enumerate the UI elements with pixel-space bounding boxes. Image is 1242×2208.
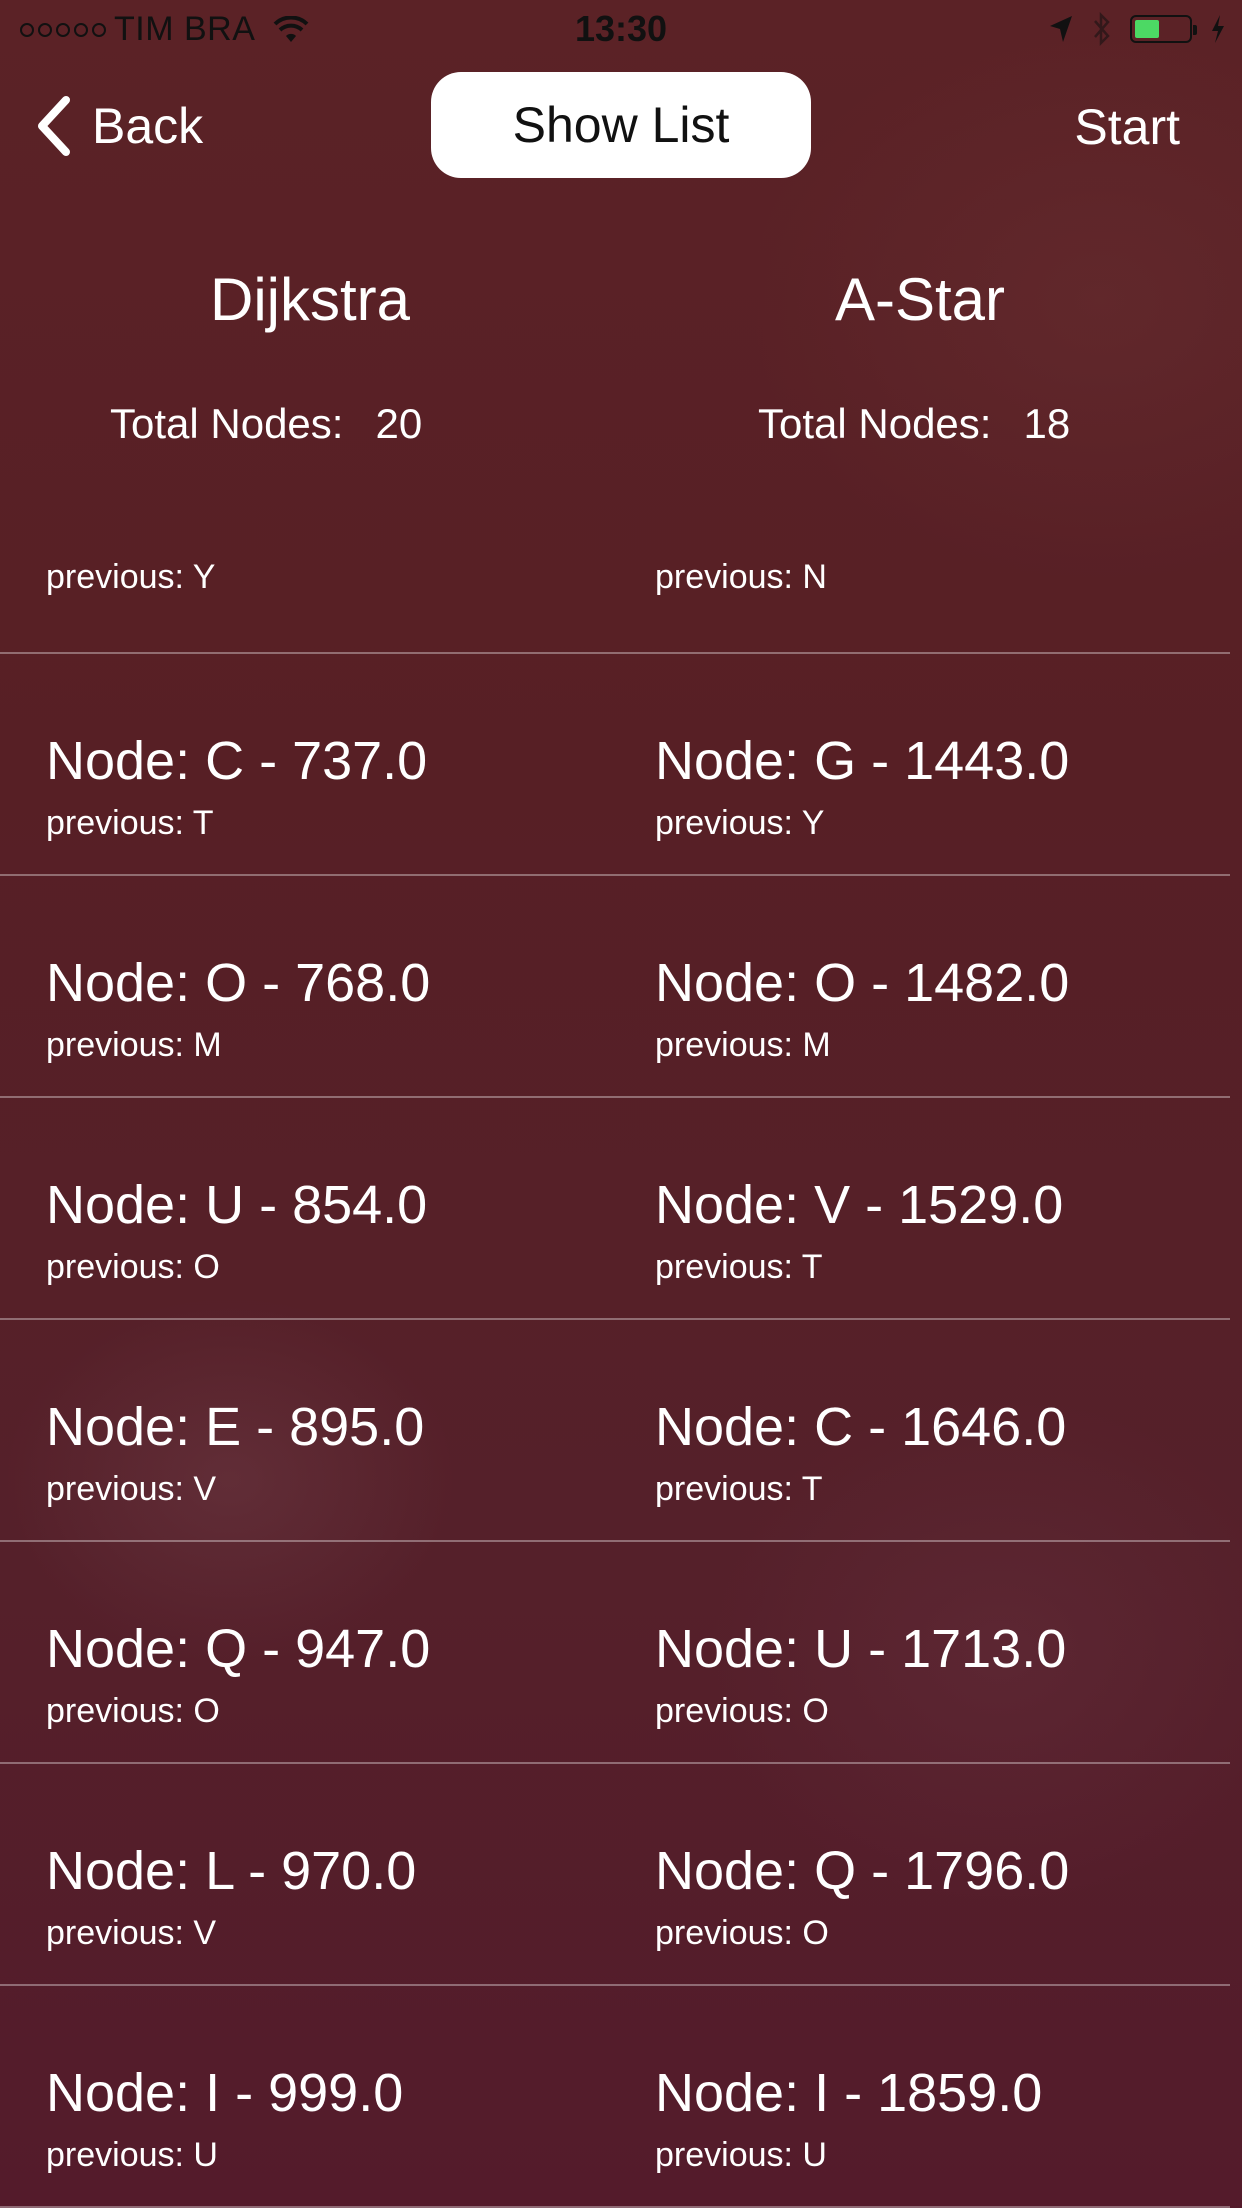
dijkstra-node: Node: O - 768.0 [46, 953, 431, 1013]
chevron-left-icon [38, 96, 70, 156]
astar-node: Node: G - 1443.0 [655, 731, 1070, 791]
astar-previous: previous: O [655, 1914, 829, 1952]
dijkstra-node: Node: Q - 947.0 [46, 1619, 431, 1679]
navigation-bar: Back Show List Start [0, 70, 1242, 180]
dijkstra-node: Node: U - 854.0 [46, 1175, 428, 1235]
dijkstra-node: Node: C - 737.0 [46, 731, 428, 791]
dijkstra-previous: previous: V [46, 1470, 217, 1508]
table-row[interactable]: previous: Y previous: N [0, 530, 1230, 654]
battery-level [1135, 20, 1159, 38]
show-list-label: Show List [512, 97, 730, 153]
dijkstra-total-value: 20 [375, 400, 423, 447]
dijkstra-title: Dijkstra [209, 266, 410, 333]
table-row[interactable]: Node: Q - 947.0 previous: O Node: U - 17… [0, 1542, 1230, 1764]
astar-title: A-Star [834, 266, 1006, 333]
dijkstra-previous: previous: O [46, 1692, 220, 1730]
astar-node: Node: Q - 1796.0 [655, 1841, 1070, 1901]
results-list[interactable]: previous: Y previous: N Node: C - 737.0 … [0, 530, 1230, 2208]
table-row[interactable]: Node: L - 970.0 previous: V Node: Q - 17… [0, 1764, 1230, 1986]
dijkstra-node: Node: I - 999.0 [46, 2063, 404, 2123]
astar-previous: previous: N [655, 558, 827, 596]
dijkstra-previous: previous: T [46, 804, 214, 842]
astar-node: Node: V - 1529.0 [655, 1175, 1064, 1235]
dijkstra-previous: previous: U [46, 2136, 218, 2174]
back-button-label: Back [92, 98, 204, 154]
back-button[interactable]: Back [34, 94, 203, 158]
screen: TIM BRA 13:30 Back Show List Start Dijks… [0, 0, 1242, 2208]
astar-node: Node: I - 1859.0 [655, 2063, 1043, 2123]
dijkstra-node: Node: E - 895.0 [46, 1397, 425, 1457]
dijkstra-total-nodes: Total Nodes: 20 [110, 400, 422, 448]
battery-icon [1130, 15, 1197, 43]
status-right [1048, 12, 1226, 46]
astar-total-label: Total Nodes: [758, 400, 992, 447]
astar-previous: previous: T [655, 1248, 823, 1286]
dijkstra-node: Node: L - 970.0 [46, 1841, 417, 1901]
status-bar: TIM BRA 13:30 [0, 0, 1242, 60]
bluetooth-icon [1094, 12, 1110, 46]
table-row[interactable]: Node: U - 854.0 previous: O Node: V - 15… [0, 1098, 1230, 1320]
astar-previous: previous: U [655, 2136, 827, 2174]
astar-previous: previous: Y [655, 804, 825, 842]
astar-total-nodes: Total Nodes: 18 [758, 400, 1070, 448]
start-button[interactable]: Start [1074, 98, 1180, 156]
dijkstra-previous: previous: M [46, 1026, 222, 1064]
astar-node: Node: O - 1482.0 [655, 953, 1070, 1013]
show-list-button[interactable]: Show List [431, 72, 811, 178]
astar-previous: previous: O [655, 1692, 829, 1730]
dijkstra-previous: previous: Y [46, 558, 216, 596]
charging-bolt-icon [1212, 15, 1224, 43]
astar-total-value: 18 [1023, 400, 1071, 447]
astar-node: Node: U - 1713.0 [655, 1619, 1067, 1679]
astar-node: Node: C - 1646.0 [655, 1397, 1067, 1457]
table-row[interactable]: Node: O - 768.0 previous: M Node: O - 14… [0, 876, 1230, 1098]
start-button-label: Start [1074, 99, 1180, 155]
table-row[interactable]: Node: C - 737.0 previous: T Node: G - 14… [0, 654, 1230, 876]
dijkstra-previous: previous: O [46, 1248, 220, 1286]
table-row[interactable]: Node: I - 999.0 previous: U Node: I - 18… [0, 1986, 1230, 2208]
dijkstra-total-label: Total Nodes: [110, 400, 344, 447]
astar-previous: previous: M [655, 1026, 831, 1064]
dijkstra-previous: previous: V [46, 1914, 217, 1952]
astar-previous: previous: T [655, 1470, 823, 1508]
location-arrow-icon [1050, 16, 1072, 42]
table-row[interactable]: Node: E - 895.0 previous: V Node: C - 16… [0, 1320, 1230, 1542]
